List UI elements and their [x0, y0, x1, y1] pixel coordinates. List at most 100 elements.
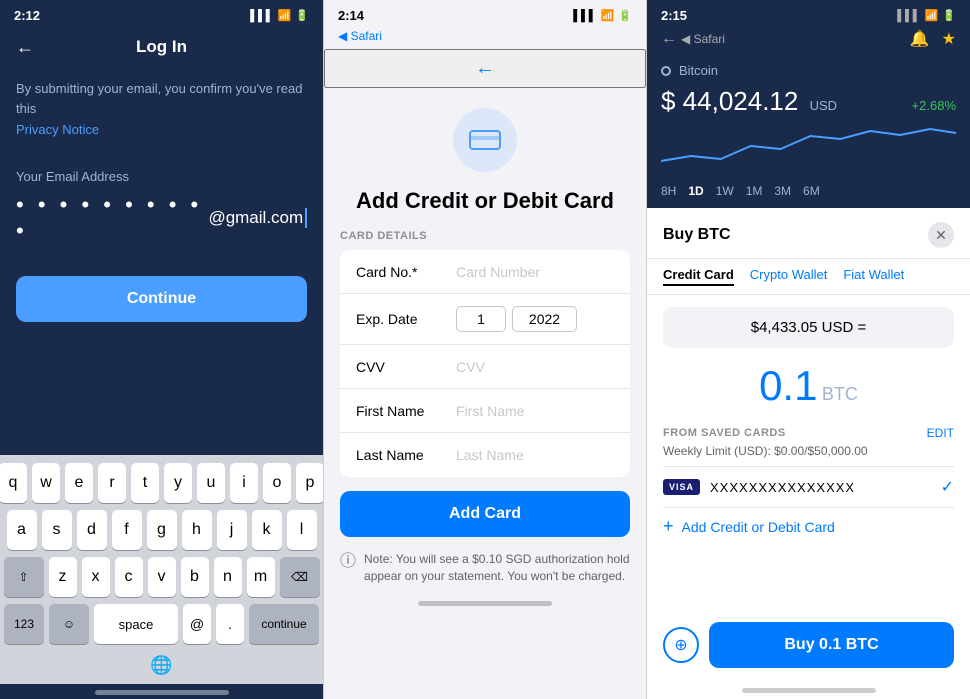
key-k[interactable]: k — [252, 510, 282, 550]
first-name-input[interactable]: First Name — [456, 403, 614, 419]
key-space[interactable]: space — [94, 604, 178, 644]
tf-6m[interactable]: 6M — [803, 184, 820, 198]
safari-label-2[interactable]: ◀ Safari — [338, 29, 382, 43]
tf-1m[interactable]: 1M — [746, 184, 763, 198]
buy-btc-modal: Buy BTC ✕ Credit Card Crypto Wallet Fiat… — [647, 208, 970, 684]
last-name-label: Last Name — [356, 447, 456, 463]
btc-back-icon[interactable]: ← — [661, 30, 677, 48]
key-g[interactable]: g — [147, 510, 177, 550]
exp-date-field: Exp. Date — [340, 294, 630, 345]
saved-card-row[interactable]: VISA XXXXXXXXXXXXXXX ✓ — [647, 467, 970, 507]
battery-icon-3: 🔋 — [942, 9, 956, 22]
login-title: Log In — [136, 37, 187, 57]
login-subtitle: By submitting your email, you confirm yo… — [0, 67, 323, 122]
btc-panel: 2:15 ▌▌▌ 📶 🔋 ← ◀ Safari 🔔 ★ Bitcoin $ 44… — [646, 0, 970, 699]
keyboard-row-4: 123 ☺ space @ . continue — [4, 604, 319, 644]
key-c[interactable]: c — [115, 557, 143, 597]
key-y[interactable]: y — [164, 463, 192, 503]
key-b[interactable]: b — [181, 557, 209, 597]
card-back-button[interactable]: ← — [324, 49, 646, 88]
exp-year-input[interactable] — [512, 306, 577, 332]
status-bar-2: 2:14 ▌▌▌ 📶 🔋 — [324, 0, 646, 27]
modal-header: Buy BTC ✕ — [647, 208, 970, 259]
wifi-icon: 📶 — [278, 9, 292, 22]
key-a[interactable]: a — [7, 510, 37, 550]
key-123[interactable]: 123 — [4, 604, 44, 644]
tf-1w[interactable]: 1W — [716, 184, 734, 198]
btc-price: $ 44,024.12 USD — [661, 86, 837, 116]
text-cursor — [305, 208, 307, 228]
btc-nav-left: ← ◀ Safari — [661, 30, 725, 48]
star-icon[interactable]: ★ — [942, 29, 956, 49]
key-h[interactable]: h — [182, 510, 212, 550]
key-j[interactable]: j — [217, 510, 247, 550]
key-t[interactable]: t — [131, 463, 159, 503]
key-l[interactable]: l — [287, 510, 317, 550]
key-f[interactable]: f — [112, 510, 142, 550]
key-r[interactable]: r — [98, 463, 126, 503]
key-e[interactable]: e — [65, 463, 93, 503]
battery-icon-2: 🔋 — [618, 9, 632, 22]
key-u[interactable]: u — [197, 463, 225, 503]
cvv-label: CVV — [356, 359, 456, 375]
key-v[interactable]: v — [148, 557, 176, 597]
privacy-link[interactable]: Privacy Notice — [0, 122, 323, 137]
tf-3m[interactable]: 3M — [774, 184, 791, 198]
status-icons-3: ▌▌▌ 📶 🔋 — [897, 9, 956, 22]
btc-nav-icons: 🔔 ★ — [910, 29, 956, 49]
card-note-text: Note: You will see a $0.10 SGD authoriza… — [364, 551, 630, 585]
key-emoji[interactable]: ☺ — [49, 604, 89, 644]
card-no-input[interactable]: Card Number — [456, 264, 614, 280]
key-p[interactable]: p — [296, 463, 323, 503]
tab-fiat-wallet[interactable]: Fiat Wallet — [843, 267, 904, 286]
bell-icon[interactable]: 🔔 — [910, 29, 930, 49]
add-card-link[interactable]: + Add Credit or Debit Card — [647, 508, 970, 549]
close-button[interactable]: ✕ — [928, 222, 954, 248]
wifi-icon-3: 📶 — [925, 9, 939, 22]
key-s[interactable]: s — [42, 510, 72, 550]
edit-button[interactable]: EDIT — [927, 426, 954, 440]
tf-8h[interactable]: 8H — [661, 184, 676, 198]
add-card-button[interactable]: Add Card — [340, 491, 630, 537]
continue-button[interactable]: Continue — [16, 276, 307, 322]
cvv-input[interactable]: CVV — [456, 359, 614, 375]
btc-amount-display: 0.1 BTC — [647, 354, 970, 418]
btc-timeframes: 8H 1D 1W 1M 3M 6M — [661, 176, 956, 204]
email-input-row: • • • • • • • • • • @gmail.com — [0, 192, 323, 244]
key-z[interactable]: z — [49, 557, 77, 597]
back-arrow-icon[interactable]: ← — [16, 37, 34, 58]
key-dot[interactable]: . — [216, 604, 244, 644]
keyboard-row-2: a s d f g h j k l — [4, 510, 319, 550]
home-indicator-1 — [95, 690, 229, 695]
credit-card-icon — [469, 128, 501, 152]
from-saved-row: FROM SAVED CARDS EDIT — [647, 418, 970, 444]
key-d[interactable]: d — [77, 510, 107, 550]
safari-nav-2: ◀ Safari — [324, 27, 646, 49]
key-q[interactable]: q — [0, 463, 27, 503]
tf-1d[interactable]: 1D — [688, 184, 703, 198]
key-at[interactable]: @ — [183, 604, 211, 644]
exp-date-label: Exp. Date — [356, 311, 456, 327]
key-w[interactable]: w — [32, 463, 60, 503]
key-delete[interactable]: ⌫ — [280, 557, 320, 597]
key-m[interactable]: m — [247, 557, 275, 597]
key-n[interactable]: n — [214, 557, 242, 597]
modal-tabs: Credit Card Crypto Wallet Fiat Wallet — [647, 259, 970, 295]
tab-credit-card[interactable]: Credit Card — [663, 267, 734, 286]
key-i[interactable]: i — [230, 463, 258, 503]
tab-crypto-wallet[interactable]: Crypto Wallet — [750, 267, 828, 286]
last-name-input[interactable]: Last Name — [456, 447, 614, 463]
card-details-label: CARD DETAILS — [324, 230, 646, 250]
home-indicator-2 — [418, 601, 552, 606]
key-continue[interactable]: continue — [249, 604, 319, 644]
signal-icon-3: ▌▌▌ — [897, 10, 920, 22]
time-1: 2:12 — [14, 8, 40, 23]
wifi-icon-2: 📶 — [601, 9, 615, 22]
key-shift[interactable]: ⇧ — [4, 557, 44, 597]
btc-coin-row: Bitcoin — [661, 63, 956, 82]
key-o[interactable]: o — [263, 463, 291, 503]
exp-month-input[interactable] — [456, 306, 506, 332]
buy-button[interactable]: Buy 0.1 BTC — [709, 622, 954, 668]
key-x[interactable]: x — [82, 557, 110, 597]
globe-icon[interactable]: 🌐 — [150, 655, 172, 676]
